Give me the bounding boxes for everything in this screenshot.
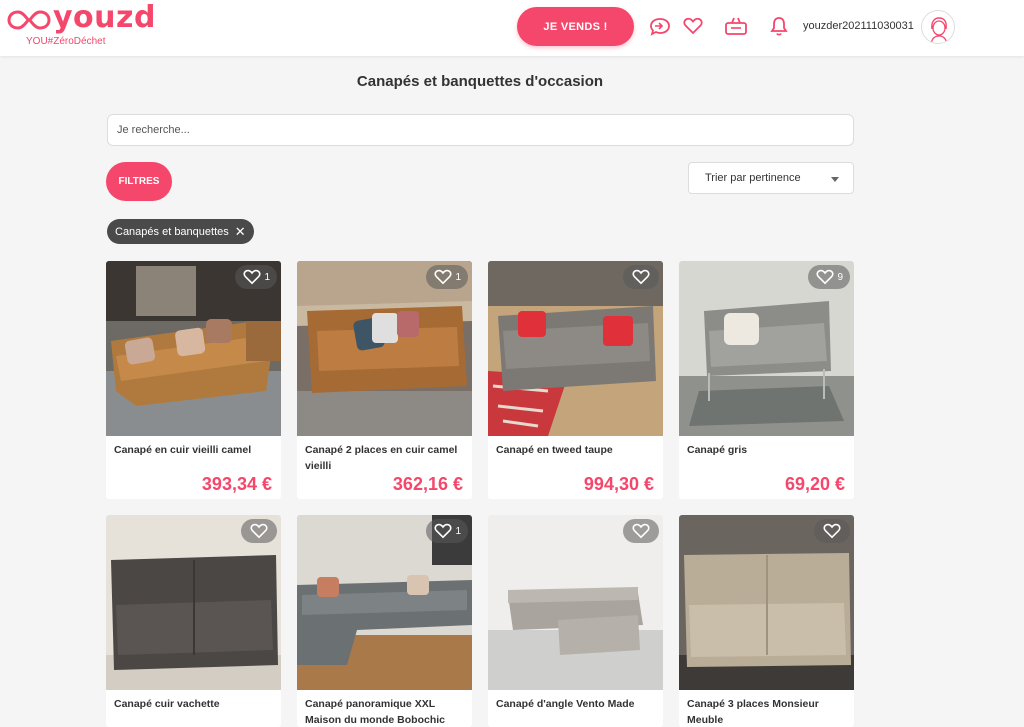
filters-button[interactable]: FILTRES bbox=[106, 162, 172, 201]
heart-icon bbox=[632, 269, 650, 285]
heart-icon bbox=[250, 523, 268, 539]
close-icon[interactable]: ✕ bbox=[235, 224, 246, 240]
product-image[interactable]: 9 bbox=[679, 261, 854, 436]
brand-tagline: YOU#ZéroDéchet bbox=[26, 36, 106, 47]
product-card[interactable]: Canapé d'angle Vento Made bbox=[488, 515, 663, 727]
heart-icon bbox=[816, 269, 834, 285]
like-count: 1 bbox=[455, 271, 461, 283]
sell-button[interactable]: JE VENDS ! bbox=[517, 7, 634, 46]
favorite-button[interactable]: 1 bbox=[235, 265, 277, 289]
product-image[interactable] bbox=[488, 261, 663, 436]
product-image[interactable]: 1 bbox=[297, 515, 472, 690]
product-price: 393,34 € bbox=[201, 474, 272, 494]
product-image[interactable]: 1 bbox=[106, 261, 281, 436]
sort-select[interactable]: Trier par pertinence bbox=[688, 162, 854, 194]
favorite-button[interactable]: 1 bbox=[426, 265, 468, 289]
product-title[interactable]: Canapé d'angle Vento Made bbox=[488, 690, 663, 724]
product-title[interactable]: Canapé en cuir vieilli camel bbox=[106, 436, 281, 470]
brand-name: youzd bbox=[53, 0, 156, 35]
heart-icon bbox=[632, 523, 650, 539]
product-card[interactable]: Canapé 3 places Monsieur Meuble bbox=[679, 515, 854, 727]
favorite-button[interactable] bbox=[814, 519, 850, 543]
youzd-logo[interactable]: youzd YOU#ZéroDéchet bbox=[7, 0, 155, 50]
heart-icon bbox=[434, 523, 452, 539]
product-image[interactable]: 1 bbox=[297, 261, 472, 436]
message-icon[interactable] bbox=[648, 14, 672, 38]
product-card[interactable]: 9 Canapé gris 69,20 € bbox=[679, 261, 854, 499]
active-filter-chip: Canapés et banquettes ✕ bbox=[107, 219, 254, 244]
product-title[interactable]: Canapé 2 places en cuir camel vieilli bbox=[297, 436, 472, 472]
favorite-button[interactable] bbox=[241, 519, 277, 543]
heart-icon bbox=[823, 523, 841, 539]
product-image[interactable] bbox=[106, 515, 281, 690]
sort-select-label: Trier par pertinence bbox=[705, 172, 801, 184]
chip-label: Canapés et banquettes bbox=[115, 225, 229, 238]
chevron-down-icon bbox=[831, 177, 839, 182]
product-price: 994,30 € bbox=[583, 474, 654, 494]
product-price: 362,16 € bbox=[392, 474, 463, 494]
product-card[interactable]: Canapé en tweed taupe 994,30 € bbox=[488, 261, 663, 499]
product-card[interactable]: 1 Canapé en cuir vieilli camel 393,34 € bbox=[106, 261, 281, 499]
favorite-button[interactable]: 1 bbox=[426, 519, 468, 543]
favorite-button[interactable] bbox=[623, 265, 659, 289]
product-title[interactable]: Canapé panoramique XXL Maison du monde B… bbox=[297, 690, 472, 726]
infinity-logo-icon bbox=[7, 10, 51, 30]
favorite-button[interactable]: 9 bbox=[808, 265, 850, 289]
product-image[interactable] bbox=[488, 515, 663, 690]
like-count: 1 bbox=[264, 271, 270, 283]
product-price: 69,20 € bbox=[784, 474, 845, 494]
heart-icon bbox=[243, 269, 261, 285]
search-input[interactable] bbox=[107, 114, 854, 146]
product-title[interactable]: Canapé cuir vachette bbox=[106, 690, 281, 724]
product-title[interactable]: Canapé gris bbox=[679, 436, 854, 470]
page-title: Canapés et banquettes d'occasion bbox=[356, 73, 604, 90]
favorite-button[interactable] bbox=[623, 519, 659, 543]
heart-icon[interactable] bbox=[681, 14, 705, 38]
top-header: youzd YOU#ZéroDéchet JE VENDS ! youzder2… bbox=[0, 0, 1024, 56]
heart-icon bbox=[434, 269, 452, 285]
bell-icon[interactable] bbox=[767, 14, 791, 38]
basket-icon[interactable] bbox=[724, 14, 748, 38]
like-count: 9 bbox=[837, 271, 843, 283]
avatar[interactable] bbox=[921, 10, 955, 44]
product-card[interactable]: 1 Canapé 2 places en cuir camel vieilli … bbox=[297, 261, 472, 499]
product-title[interactable]: Canapé 3 places Monsieur Meuble bbox=[679, 690, 854, 726]
product-card[interactable]: 1 Canapé panoramique XXL Maison du monde… bbox=[297, 515, 472, 727]
product-image[interactable] bbox=[679, 515, 854, 690]
product-card[interactable]: Canapé cuir vachette bbox=[106, 515, 281, 727]
like-count: 1 bbox=[455, 525, 461, 537]
user-avatar-icon bbox=[930, 17, 948, 43]
username[interactable]: youzder202111030031 bbox=[803, 20, 914, 32]
product-title[interactable]: Canapé en tweed taupe bbox=[488, 436, 663, 470]
